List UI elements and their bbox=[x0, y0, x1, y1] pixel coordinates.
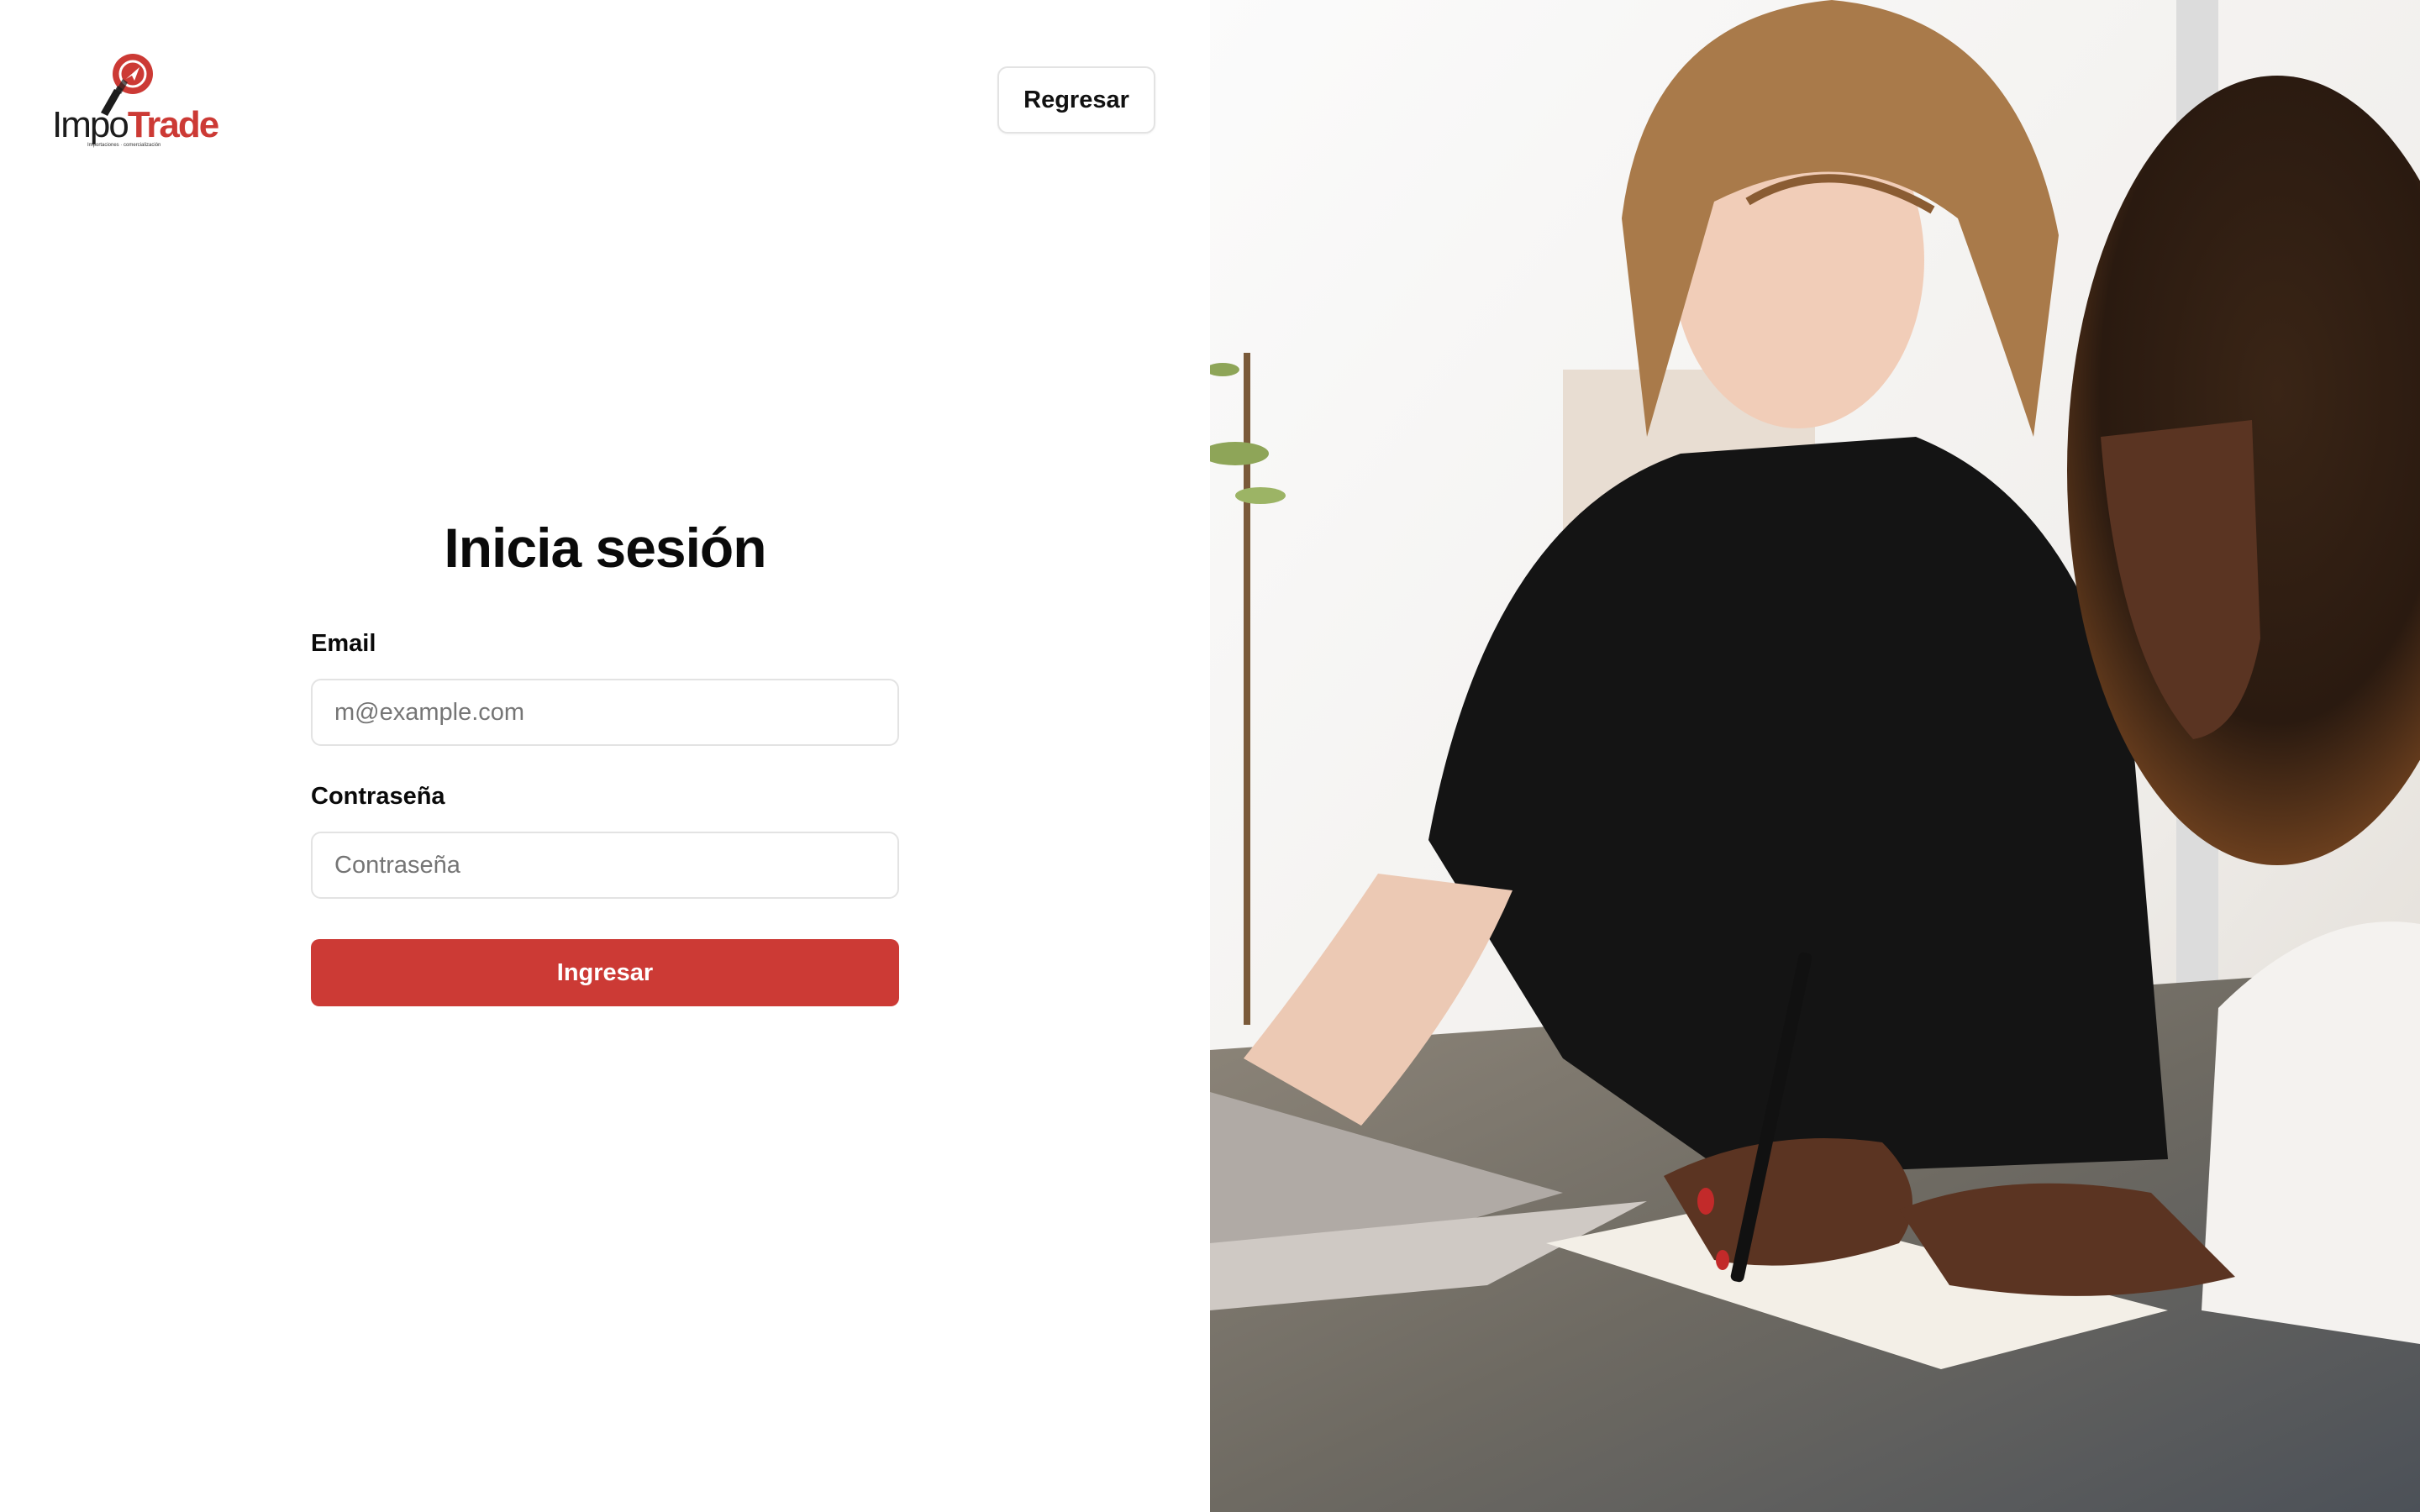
login-page: ImpoTrade Importaciones · comercializaci… bbox=[0, 0, 2420, 1512]
logo-text-impo: Impo bbox=[52, 104, 129, 145]
brand-logo[interactable]: ImpoTrade Importaciones · comercializaci… bbox=[52, 52, 219, 151]
logo-text-trade: Trade bbox=[127, 104, 219, 145]
password-label: Contraseña bbox=[311, 783, 445, 810]
page-title: Inicia sesión bbox=[444, 517, 766, 579]
email-field[interactable] bbox=[311, 679, 899, 746]
password-field[interactable] bbox=[311, 832, 899, 899]
hero-image bbox=[1210, 0, 2420, 1512]
hero-photo-icon bbox=[1210, 0, 2420, 1512]
back-button[interactable]: Regresar bbox=[997, 66, 1155, 134]
login-panel: ImpoTrade Importaciones · comercializaci… bbox=[0, 0, 1210, 1512]
login-submit-button[interactable]: Ingresar bbox=[311, 939, 899, 1006]
login-form: Inicia sesión Email Contraseña Ingresar bbox=[311, 504, 899, 1006]
email-label: Email bbox=[311, 630, 376, 657]
logo-wordmark: ImpoTrade bbox=[52, 104, 219, 146]
logo-tagline: Importaciones · comercialización bbox=[87, 143, 161, 148]
